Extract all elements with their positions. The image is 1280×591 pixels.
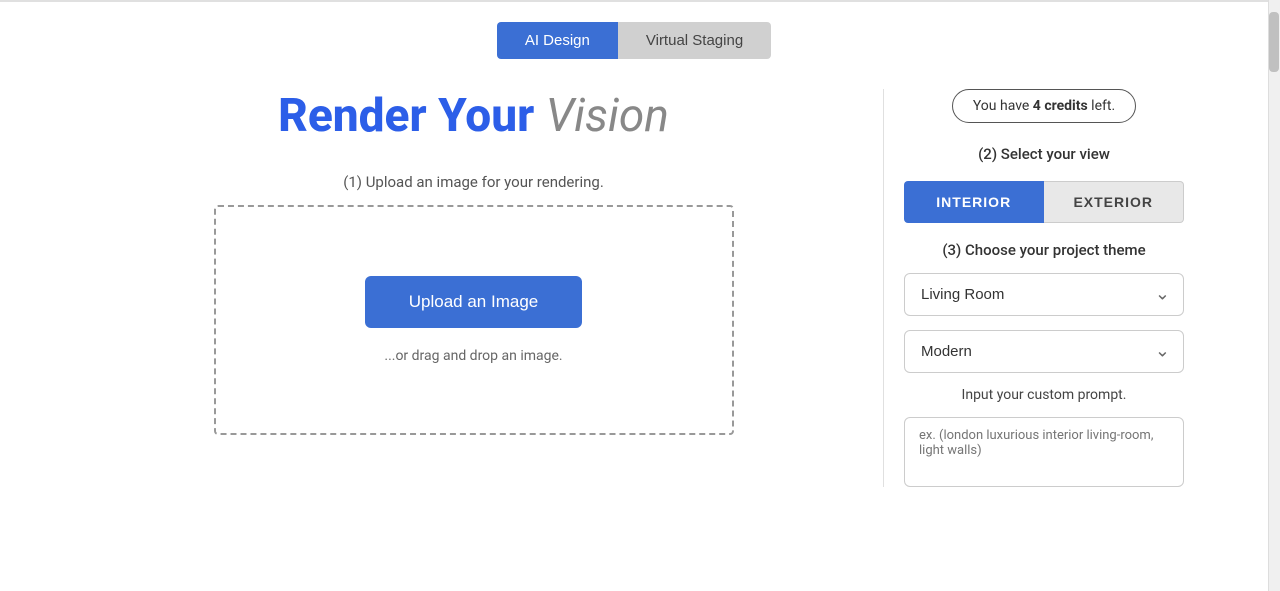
tabs-container: AI Design Virtual Staging bbox=[497, 22, 771, 59]
main-title: Render Your Vision bbox=[278, 89, 669, 143]
room-type-select[interactable]: Living Room Bedroom Kitchen Bathroom Off… bbox=[904, 273, 1184, 316]
upload-zone[interactable]: Upload an Image ...or drag and drop an i… bbox=[214, 205, 734, 435]
content-wrapper: Render Your Vision (1) Upload an image f… bbox=[64, 89, 1204, 487]
select-view-label: (2) Select your view bbox=[978, 145, 1110, 163]
view-toggle: INTERIOR EXTERIOR bbox=[904, 181, 1184, 223]
credits-badge: You have 4 credits left. bbox=[952, 89, 1136, 123]
upload-instruction: (1) Upload an image for your rendering. bbox=[343, 173, 604, 191]
theme-section: (3) Choose your project theme Living Roo… bbox=[904, 241, 1184, 487]
style-select[interactable]: Modern Contemporary Minimalist Tradition… bbox=[904, 330, 1184, 373]
credits-count: 4 bbox=[1033, 98, 1041, 114]
right-panel: You have 4 credits left. (2) Select your… bbox=[884, 89, 1204, 487]
custom-prompt-input[interactable] bbox=[904, 417, 1184, 487]
room-type-wrapper: Living Room Bedroom Kitchen Bathroom Off… bbox=[904, 273, 1184, 316]
tab-ai-design[interactable]: AI Design bbox=[497, 22, 618, 59]
choose-theme-label: (3) Choose your project theme bbox=[904, 241, 1184, 259]
upload-button[interactable]: Upload an Image bbox=[365, 276, 582, 328]
view-interior-button[interactable]: INTERIOR bbox=[904, 181, 1044, 223]
tab-virtual-staging[interactable]: Virtual Staging bbox=[618, 22, 771, 59]
drag-drop-text: ...or drag and drop an image. bbox=[384, 348, 562, 364]
left-panel: Render Your Vision (1) Upload an image f… bbox=[64, 89, 884, 487]
style-wrapper: Modern Contemporary Minimalist Tradition… bbox=[904, 330, 1184, 373]
custom-prompt-label: Input your custom prompt. bbox=[904, 387, 1184, 403]
credits-suffix: left. bbox=[1088, 98, 1115, 114]
title-main: Render Your bbox=[278, 89, 546, 143]
view-exterior-button[interactable]: EXTERIOR bbox=[1044, 181, 1185, 223]
credits-prefix: You have bbox=[973, 98, 1033, 114]
title-italic: Vision bbox=[546, 89, 669, 143]
credits-bold: credits bbox=[1044, 98, 1087, 114]
